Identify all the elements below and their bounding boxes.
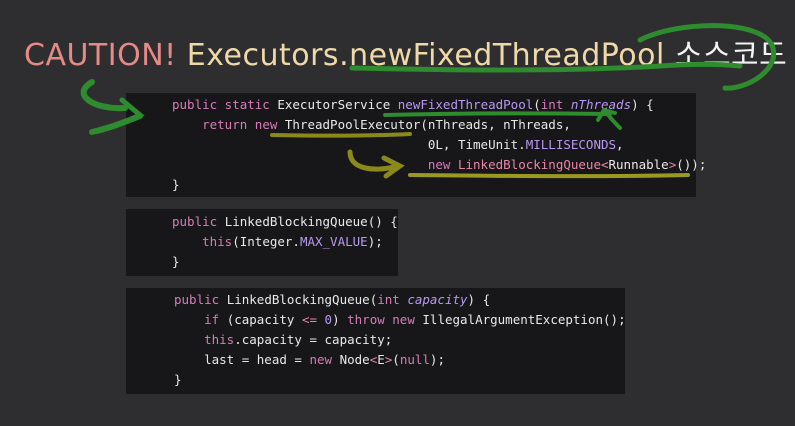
code-token: Node xyxy=(339,352,370,367)
code-token: MAX_VALUE xyxy=(299,234,368,249)
code-token: MILLISECONDS xyxy=(525,137,617,152)
caution-label: CAUTION! xyxy=(24,38,177,73)
code-line: 0L, TimeUnit.MILLISECONDS, xyxy=(172,135,696,155)
code-line: this.capacity = capacity; xyxy=(174,330,625,350)
code-token: ()); xyxy=(676,157,707,172)
code-line: } xyxy=(172,175,696,195)
code-line: new LinkedBlockingQueue<Runnable>()); xyxy=(172,155,706,175)
code-token: Runnable xyxy=(608,157,669,172)
code-line: public static ExecutorService newFixedTh… xyxy=(172,95,696,115)
code-token: ThreadPoolExecutor xyxy=(284,117,421,132)
code-token: this xyxy=(202,234,233,249)
slide-title: CAUTION! Executors.newFixedThreadPool 소스… xyxy=(24,30,787,74)
code-token: null xyxy=(399,352,430,367)
code-token: (Integer. xyxy=(232,234,300,249)
code-token: int xyxy=(377,292,408,307)
code-token: E xyxy=(377,352,385,367)
code-token: this xyxy=(204,332,235,347)
code-token: if xyxy=(204,312,227,327)
code-token: ) xyxy=(332,312,348,327)
code-token: LinkedBlockingQueue xyxy=(224,214,368,229)
code-token: nThreads xyxy=(570,97,632,112)
code-token: return new xyxy=(202,117,285,132)
method-name: Executors.newFixedThreadPool xyxy=(186,38,665,73)
code-token: throw new xyxy=(347,312,423,327)
code-token: <= xyxy=(301,312,325,327)
code-token: newFixedThreadPool xyxy=(397,97,534,112)
code-token: public xyxy=(172,214,225,229)
code-token: last = head = xyxy=(174,352,310,367)
code-token: (nThreads, nThreads, xyxy=(420,117,571,132)
code-token: } xyxy=(174,372,182,387)
code-token: new xyxy=(309,352,340,367)
code-token: (capacity xyxy=(226,312,302,327)
title-suffix: 소스코드 xyxy=(674,38,788,73)
code-line: } xyxy=(174,370,625,390)
code-block-default-constructor: public LinkedBlockingQueue() { this(Inte… xyxy=(126,209,398,276)
code-line: public LinkedBlockingQueue(int capacity)… xyxy=(174,290,625,310)
code-token: public xyxy=(174,292,227,307)
code-line: } xyxy=(172,252,398,272)
code-token: } xyxy=(172,254,180,269)
code-token: new xyxy=(427,157,458,172)
code-token: (); xyxy=(603,312,626,327)
code-token: ( xyxy=(392,352,400,367)
code-token: capacity xyxy=(407,292,468,307)
code-token: () { xyxy=(367,214,398,229)
code-token: LinkedBlockingQueue xyxy=(226,292,370,307)
code-token: ); xyxy=(429,352,445,367)
left-arrow-annotation xyxy=(80,79,128,112)
code-token: ) { xyxy=(631,97,654,112)
code-token: LinkedBlockingQueue< xyxy=(457,157,609,172)
code-block-capacity-constructor: public LinkedBlockingQueue ( int capacity)… xyxy=(126,288,626,394)
code-line: public LinkedBlockingQueue() { xyxy=(172,212,398,232)
code-line: return new ThreadPoolExecutor(nThreads, … xyxy=(172,115,696,135)
code-block-newfixedthreadpool: public static ExecutorService newFixedTh… xyxy=(126,93,706,197)
code-token: ( xyxy=(533,97,541,112)
code-token: public static xyxy=(172,97,278,112)
code-token: ); xyxy=(367,234,383,249)
code-token: .capacity = capacity; xyxy=(234,332,393,347)
code-line: if (capacity <= 0) throw new IllegalArgu… xyxy=(174,310,625,330)
code-line: last = head = new Node<E>(null); xyxy=(174,350,625,370)
code-token: ExecutorService xyxy=(277,97,398,112)
code-token: } xyxy=(172,177,180,192)
code-token: 0 xyxy=(324,312,333,327)
code-token: 0L, TimeUnit. xyxy=(172,137,526,152)
code-token: , xyxy=(616,137,624,152)
code-token: ) { xyxy=(467,292,491,307)
code-token: int xyxy=(540,97,571,112)
code-line: this(Integer.MAX_VALUE); xyxy=(172,232,398,252)
code-token: IllegalArgumentException xyxy=(422,312,604,327)
